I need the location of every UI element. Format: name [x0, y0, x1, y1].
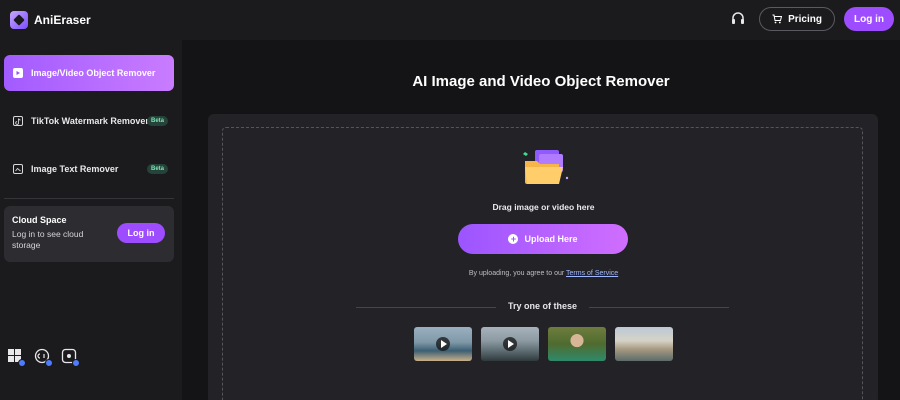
plus-icon: +: [508, 234, 519, 244]
sidebar-item-label: Image Text Remover: [31, 164, 119, 174]
try-samples-heading: Try one of these: [356, 301, 729, 313]
image-text-icon: [13, 164, 23, 174]
beta-badge: Beta: [146, 164, 168, 174]
sidebar-item-label: TikTok Watermark Remover: [31, 116, 149, 126]
upload-card: Drag image or video here + Upload Here B…: [208, 114, 878, 400]
sidebar-item-image-video-object-remover[interactable]: Image/Video Object Remover: [4, 55, 174, 91]
terms-notice: By uploading, you agree to our Terms of …: [223, 270, 864, 277]
headset-icon[interactable]: [727, 8, 749, 30]
app-name: AniEraser: [34, 13, 91, 27]
login-button[interactable]: Log in: [844, 7, 894, 31]
play-square-icon: [13, 68, 23, 78]
sidebar-item-image-text-remover[interactable]: Image Text Remover Beta: [4, 151, 174, 187]
cloud-login-button[interactable]: Log in: [117, 223, 165, 243]
sample-image-person[interactable]: [548, 327, 606, 361]
cart-icon: [772, 14, 783, 24]
pricing-label: Pricing: [788, 13, 822, 25]
beta-badge: Beta: [146, 116, 168, 126]
main-content: AI Image and Video Object Remover Drag i…: [182, 40, 900, 400]
top-bar: AniEraser Pricing Log in: [0, 0, 900, 40]
sidebar-item-label: Image/Video Object Remover: [31, 68, 156, 78]
sample-image-building[interactable]: [615, 327, 673, 361]
cloud-space-description: Log in to see cloud storage: [12, 229, 84, 250]
windows-icon[interactable]: [7, 348, 26, 367]
download-badge-icon: [18, 359, 26, 367]
play-icon: [436, 337, 450, 351]
sample-video-coast[interactable]: [414, 327, 472, 361]
terms-prefix: By uploading, you agree to our: [468, 270, 565, 277]
folder-icon: [519, 148, 571, 188]
mac-icon[interactable]: [34, 348, 53, 367]
aniEraser-logo-icon: [10, 11, 28, 29]
download-badge-icon: [45, 359, 53, 367]
sidebar-item-tiktok-watermark-remover[interactable]: TikTok Watermark Remover Beta: [4, 103, 174, 139]
download-badge-icon: [72, 359, 80, 367]
cloud-space-panel: Cloud Space Log in to see cloud storage …: [4, 206, 174, 262]
platform-downloads: [7, 348, 88, 367]
tiktok-icon: [13, 116, 23, 126]
upload-button[interactable]: + Upload Here: [458, 224, 628, 254]
app-logo[interactable]: AniEraser: [10, 11, 91, 29]
ios-icon[interactable]: [61, 348, 80, 367]
upload-label: Upload Here: [524, 234, 578, 244]
pricing-button[interactable]: Pricing: [759, 7, 835, 31]
page-title: AI Image and Video Object Remover: [412, 73, 670, 90]
sidebar: Image/Video Object Remover TikTok Waterm…: [0, 40, 182, 400]
play-icon: [503, 337, 517, 351]
cloud-space-title: Cloud Space: [12, 215, 67, 225]
terms-of-service-link[interactable]: Terms of Service: [566, 270, 618, 277]
try-label: Try one of these: [507, 301, 578, 311]
drop-zone[interactable]: Drag image or video here + Upload Here B…: [222, 127, 863, 400]
sidebar-divider: [4, 198, 174, 199]
sample-thumbnails: [414, 327, 682, 361]
sample-video-ocean[interactable]: [481, 327, 539, 361]
drag-instructions: Drag image or video here: [492, 202, 595, 212]
